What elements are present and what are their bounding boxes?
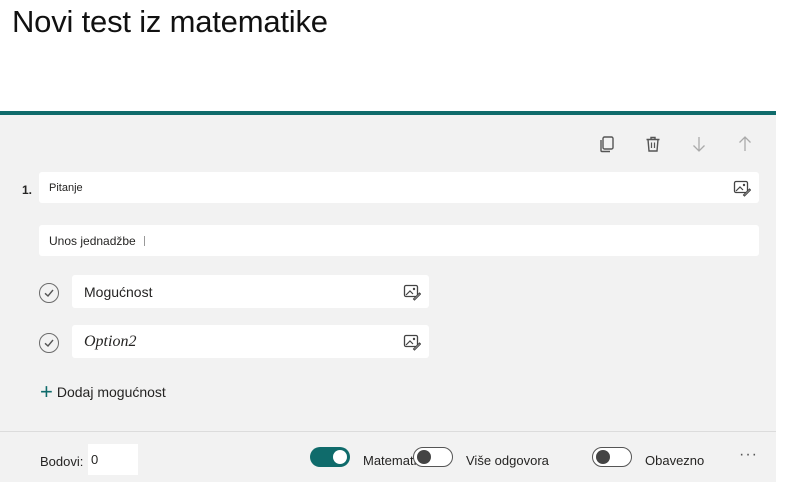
trash-icon: [646, 136, 660, 152]
insert-image-icon[interactable]: [403, 333, 421, 351]
points-label: Bodovi:: [40, 454, 84, 469]
plus-icon: +: [40, 379, 53, 404]
copy-icon: [600, 136, 614, 153]
check-icon: [44, 289, 54, 298]
option-1-label: Mogućnost: [84, 283, 153, 300]
text-caret: [143, 235, 145, 246]
option-1-input[interactable]: Mogućnost: [72, 275, 429, 308]
multiple-answers-label: Više odgovora: [466, 453, 549, 468]
toggle-knob: [417, 450, 431, 464]
toggle-knob: [596, 450, 610, 464]
copy-button[interactable]: [594, 131, 620, 157]
required-label: Obavezno: [645, 453, 705, 468]
question-text: Pitanje: [49, 181, 83, 194]
question-toolbar: [594, 131, 758, 157]
question-number: 1.: [22, 183, 33, 197]
more-options-icon[interactable]: ···: [739, 446, 758, 464]
question-card: 1. Pitanje Unos jednadžbe Mogućnost Opti…: [0, 111, 776, 482]
option-2-input[interactable]: Option2: [72, 325, 429, 358]
question-footer: Bodovi: Matematika Više odgovora Obavezn…: [0, 431, 776, 482]
option-1-correct-check[interactable]: [39, 283, 59, 303]
points-input[interactable]: [88, 444, 138, 475]
equation-placeholder: Unos jednadžbe: [49, 233, 136, 248]
insert-image-icon[interactable]: [733, 179, 751, 197]
move-up-button[interactable]: [732, 131, 758, 157]
delete-button[interactable]: [640, 131, 666, 157]
move-down-button[interactable]: [686, 131, 712, 157]
arrow-down-icon: [693, 137, 705, 152]
insert-image-icon[interactable]: [403, 283, 421, 301]
math-toggle[interactable]: [310, 447, 350, 467]
option-2-correct-check[interactable]: [39, 333, 59, 353]
add-option-label: Dodaj mogućnost: [56, 384, 166, 400]
option-2-label: Option2: [84, 332, 137, 350]
multiple-answers-toggle[interactable]: [413, 447, 453, 467]
equation-input[interactable]: Unos jednadžbe: [39, 225, 759, 256]
question-input[interactable]: Pitanje: [39, 172, 759, 203]
toggle-knob: [333, 450, 347, 464]
page-title: Novi test iz matematike: [12, 4, 328, 39]
add-option-button[interactable]: + Dodaj mogućnost: [40, 379, 166, 404]
required-toggle[interactable]: [592, 447, 632, 467]
arrow-up-icon: [739, 136, 751, 151]
check-icon: [44, 339, 54, 348]
